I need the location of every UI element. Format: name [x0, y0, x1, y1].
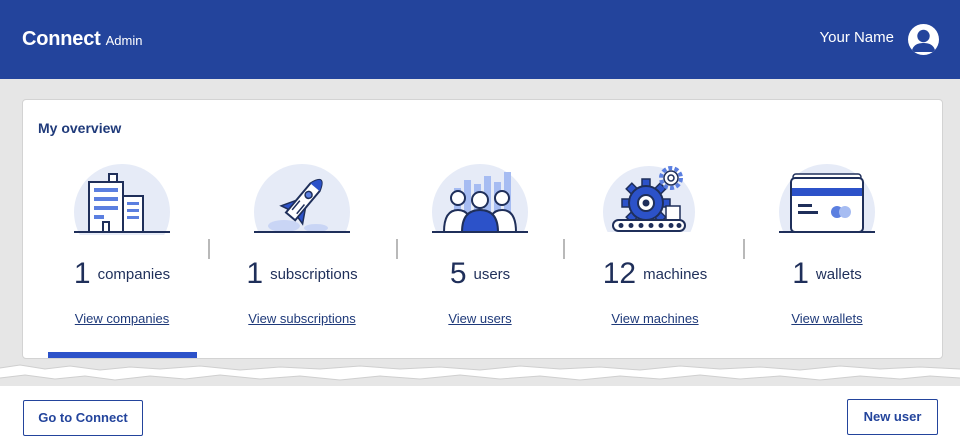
brand-name: Connect: [22, 28, 101, 50]
stat-value: 5: [449, 257, 467, 290]
gears-conveyor-icon: [599, 160, 711, 258]
view-subscriptions-link[interactable]: View subscriptions: [217, 311, 387, 326]
stat-machines: 12 machines View machines: [570, 160, 740, 330]
stat-value: 1: [73, 257, 91, 290]
stat-unit: subscriptions: [270, 265, 358, 283]
stat-wallets: 1 wallets View wallets: [742, 160, 912, 330]
view-users-link[interactable]: View users: [395, 311, 565, 326]
view-machines-link[interactable]: View machines: [570, 311, 740, 326]
stat-unit: companies: [97, 265, 171, 283]
divider: [208, 239, 210, 259]
stat-companies: 1 companies View companies: [37, 160, 207, 330]
stat-unit: wallets: [815, 265, 862, 283]
brand-subtitle: Admin: [105, 33, 143, 48]
user-name[interactable]: Your Name: [820, 29, 895, 46]
view-companies-link[interactable]: View companies: [37, 311, 207, 326]
rocket-icon: [246, 160, 358, 260]
overview-panel: My overview 1 companies View companies 1…: [22, 99, 943, 359]
stat-users: 5 users View users: [395, 160, 565, 330]
active-indicator: [48, 352, 197, 358]
stat-value: 1: [792, 257, 809, 290]
credit-card-icon: [771, 160, 883, 260]
go-to-connect-button[interactable]: Go to Connect: [23, 400, 143, 436]
top-header: Connect Admin Your Name: [0, 0, 960, 79]
view-wallets-link[interactable]: View wallets: [742, 311, 912, 326]
user-avatar-icon[interactable]: [908, 24, 939, 55]
brand-logo[interactable]: Connect Admin: [22, 28, 142, 51]
bottom-action-bar: Go to Connect New user: [0, 386, 960, 445]
divider: [563, 239, 565, 259]
stat-value: 12: [602, 257, 637, 290]
stat-unit: users: [473, 265, 511, 283]
stat-value: 1: [246, 257, 264, 290]
stat-unit: machines: [643, 265, 708, 283]
stat-subscriptions: 1 subscriptions View subscriptions: [217, 160, 387, 330]
users-group-icon: [424, 160, 536, 260]
new-user-button[interactable]: New user: [847, 399, 938, 435]
buildings-icon: [66, 160, 178, 235]
overview-title: My overview: [38, 120, 122, 136]
